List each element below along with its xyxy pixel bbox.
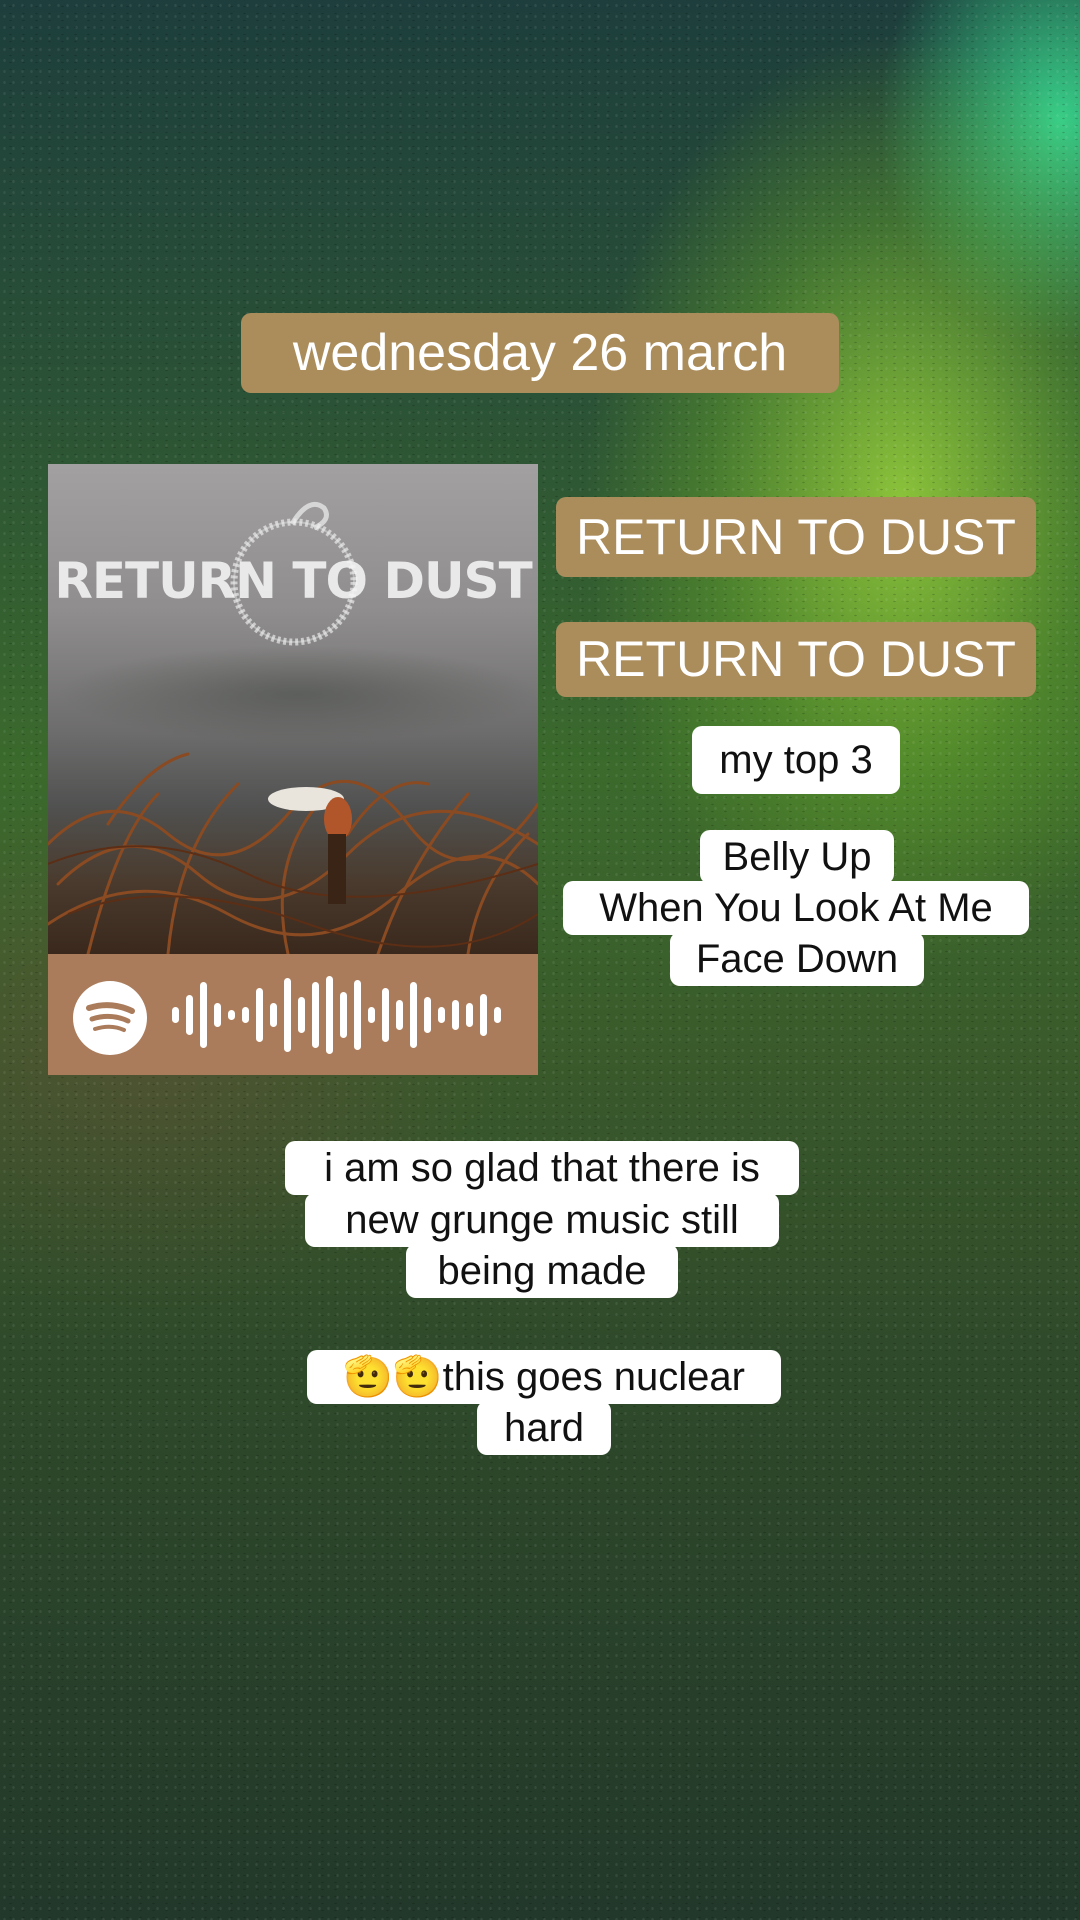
track-2: When You Look At Me <box>563 881 1029 935</box>
album-title-label-duplicate: RETURN TO DUST <box>556 622 1036 697</box>
comment-line-3: being made <box>406 1244 678 1298</box>
album-card[interactable]: RETURN TO DUST <box>48 464 538 1075</box>
cover-title: RETURN TO DUST <box>54 552 532 610</box>
top3-heading: my top 3 <box>692 726 900 794</box>
track-1: Belly Up <box>700 830 894 884</box>
spotify-code-icon <box>172 976 501 1054</box>
branches-image <box>48 752 538 954</box>
hype-line-2: hard <box>477 1401 611 1455</box>
date-label: wednesday 26 march <box>241 313 839 393</box>
comment-line-1: i am so glad that there is <box>285 1141 799 1195</box>
spotify-code-bar[interactable] <box>48 954 538 1075</box>
hype-line-1: 🫡🫡this goes nuclear <box>307 1350 781 1404</box>
album-title-label: RETURN TO DUST <box>556 497 1036 577</box>
album-cover: RETURN TO DUST <box>48 464 538 954</box>
spotify-icon <box>73 981 147 1055</box>
track-3: Face Down <box>670 932 924 986</box>
comment-line-2: new grunge music still <box>305 1193 779 1247</box>
